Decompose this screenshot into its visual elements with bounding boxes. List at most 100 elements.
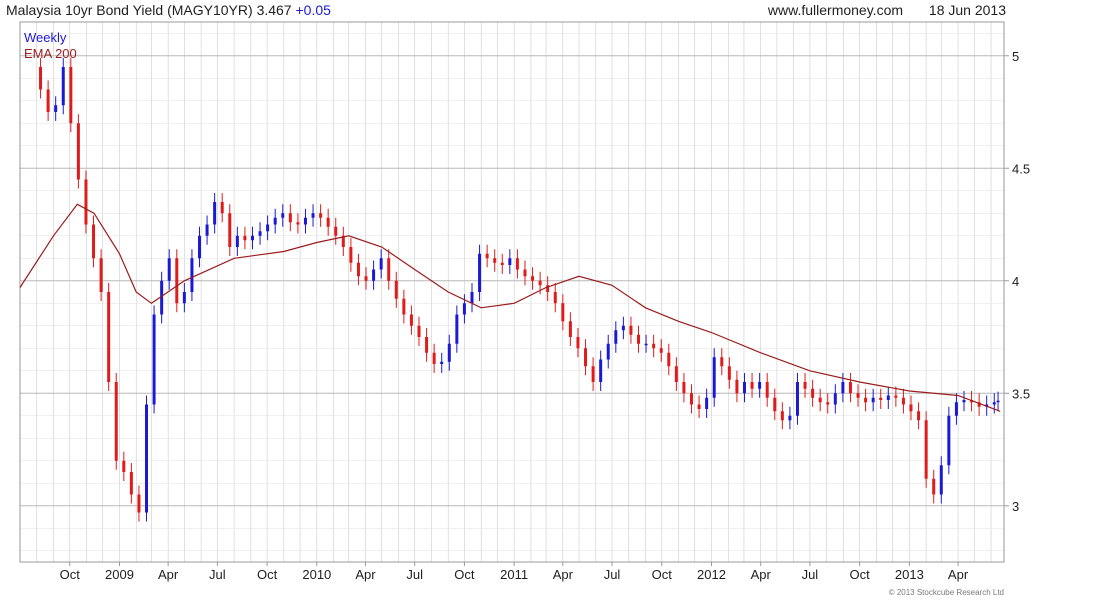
- price-bar-body: [122, 460, 126, 472]
- price-bar-body: [841, 382, 845, 394]
- price-bar-body: [652, 343, 656, 349]
- price-bar-body: [92, 224, 96, 259]
- x-tick-label: Jul: [604, 567, 621, 582]
- price-bar-body: [606, 343, 610, 360]
- y-tick-label: 4: [1012, 274, 1019, 289]
- y-tick-label: 3: [1012, 499, 1019, 514]
- price-bar-body: [811, 388, 815, 398]
- price-bar-body: [924, 420, 928, 479]
- price-bar-body: [758, 382, 762, 389]
- price-bar-body: [705, 397, 709, 409]
- price-bar-body: [220, 202, 224, 214]
- price-bar-body: [182, 292, 186, 304]
- price-bar-body: [402, 298, 406, 315]
- price-bar-body: [901, 397, 905, 405]
- price-bar-body: [742, 382, 746, 394]
- price-bar-body: [856, 393, 860, 398]
- price-bar-body: [561, 303, 565, 322]
- price-bar-body: [69, 67, 73, 124]
- x-tick-label: 2012: [697, 567, 726, 582]
- price-bar-body: [190, 258, 194, 292]
- price-bar-body: [235, 235, 239, 247]
- ema-200-line: [19, 203, 1001, 412]
- price-bar-body: [107, 292, 111, 382]
- price-bar-body: [765, 382, 769, 398]
- price-bar-body: [538, 280, 542, 286]
- price-bar-body: [213, 202, 217, 225]
- price-bar-body: [478, 253, 482, 292]
- price-bar-body: [523, 269, 527, 277]
- price-bar-body: [319, 213, 323, 218]
- price-bar-body: [228, 213, 232, 247]
- price-bar-body: [409, 314, 413, 326]
- price-bar-body: [917, 411, 921, 421]
- price-bar-body: [432, 352, 436, 364]
- price-bar-body: [296, 222, 300, 225]
- price-bar-body: [637, 334, 641, 344]
- price-bar-body: [864, 397, 868, 403]
- x-tick-label: Jul: [802, 567, 819, 582]
- price-bar-body: [175, 258, 179, 304]
- price-bar-body: [288, 213, 292, 223]
- price-bar-body: [258, 231, 262, 236]
- x-tick-label: Apr: [553, 567, 574, 582]
- price-bar-body: [826, 402, 830, 405]
- price-bar-body: [508, 258, 512, 265]
- y-axis: 3 3.5 4 4.5 5: [1004, 49, 1030, 514]
- price-bar-body: [311, 213, 315, 218]
- price-bar-body: [515, 258, 519, 270]
- price-bar-body: [947, 415, 951, 466]
- x-tick-label: Apr: [158, 567, 179, 582]
- price-bar-body: [894, 395, 898, 398]
- x-tick-label: Jul: [406, 567, 423, 582]
- price-bar-body: [909, 404, 913, 412]
- price-bar-body: [576, 337, 580, 349]
- x-tick-label: 2013: [895, 567, 924, 582]
- y-tick-label: 4.5: [1012, 161, 1030, 176]
- price-bar-body: [727, 366, 731, 380]
- price-bar-body: [689, 393, 693, 405]
- price-bar-body: [281, 213, 285, 218]
- price-bar-body: [659, 348, 663, 353]
- price-bar-body: [447, 343, 451, 362]
- legend-weekly: Weekly: [24, 30, 67, 45]
- price-bar-body: [76, 123, 80, 180]
- price-bar-body: [54, 105, 58, 112]
- price-bar-body: [303, 217, 307, 225]
- price-bar-body: [568, 321, 572, 337]
- price-bar-body: [750, 382, 754, 389]
- price-bar-body: [266, 224, 270, 232]
- x-tick-label: Apr: [948, 567, 969, 582]
- price-bar-body: [553, 292, 557, 304]
- x-tick-label: 2010: [302, 567, 331, 582]
- y-tick-label: 3.5: [1012, 386, 1030, 401]
- x-tick-label: Apr: [355, 567, 376, 582]
- price-bar-body: [145, 404, 149, 513]
- price-bar-body: [720, 357, 724, 367]
- price-bar-body: [682, 382, 686, 394]
- price-bar-body: [697, 404, 701, 409]
- x-tick-label: 2011: [500, 567, 528, 582]
- price-bar-body: [485, 253, 489, 259]
- price-chart: 3 3.5 4 4.5 5 Oct 2009 Apr Jul Oct 2010 Apr Jul Oct 2…: [19, 21, 1030, 597]
- price-bar-body: [629, 325, 633, 335]
- price-bar-body: [372, 269, 376, 281]
- price-bar-body: [250, 235, 254, 241]
- price-bar-body: [500, 262, 504, 265]
- price-bar-body: [818, 397, 822, 403]
- price-bar-body: [167, 258, 171, 281]
- x-tick-label: Oct: [652, 567, 673, 582]
- x-tick-label: Oct: [454, 567, 475, 582]
- price-bar-body: [114, 382, 118, 461]
- price-bar-body: [531, 276, 535, 281]
- price-bar-body: [621, 325, 625, 331]
- price-bar-body: [493, 258, 497, 263]
- price-bar-body: [99, 258, 103, 292]
- price-bar-body: [334, 226, 338, 236]
- price-bar-body: [387, 258, 391, 281]
- y-tick-label: 5: [1012, 49, 1019, 64]
- price-bar-body: [780, 411, 784, 421]
- price-bar-body: [584, 348, 588, 367]
- price-bar-body: [712, 357, 716, 398]
- price-bar-body: [803, 382, 807, 389]
